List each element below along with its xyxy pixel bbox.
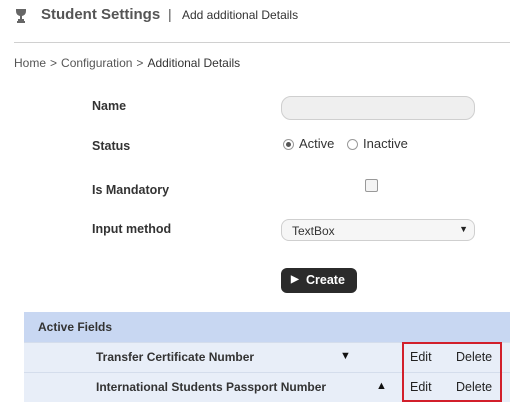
trophy-icon	[14, 8, 28, 24]
input-method-label: Input method	[92, 222, 172, 236]
mandatory-label: Is Mandatory	[92, 183, 170, 197]
page-subtitle: Add additional Details	[182, 8, 299, 22]
input-method-select[interactable]: TextBox ▼	[281, 219, 475, 241]
breadcrumb-home[interactable]: Home	[14, 56, 46, 70]
input-method-value: TextBox	[292, 224, 335, 238]
name-input[interactable]	[281, 96, 475, 120]
create-button-label: Create	[306, 273, 345, 287]
header-divider	[14, 42, 510, 43]
mandatory-checkbox[interactable]	[365, 179, 378, 192]
status-active-label[interactable]: Active	[299, 136, 334, 151]
active-fields-title: Active Fields	[38, 320, 113, 334]
breadcrumb-configuration[interactable]: Configuration	[61, 56, 132, 70]
page-title: Student Settings	[41, 6, 161, 23]
sort-down-icon[interactable]: ▼	[340, 350, 351, 362]
field-name: International Students Passport Number	[96, 380, 327, 394]
breadcrumb-current: Additional Details	[147, 56, 241, 70]
breadcrumb-separator: >	[136, 56, 144, 70]
breadcrumb-separator: >	[50, 56, 58, 70]
breadcrumb: Home > Configuration > Additional Details	[14, 56, 240, 70]
chevron-down-icon: ▼	[459, 224, 468, 234]
sort-up-icon[interactable]: ▲	[376, 380, 387, 392]
status-inactive-radio[interactable]	[347, 139, 358, 150]
title-separator: |	[168, 6, 172, 22]
actions-highlight-box	[402, 342, 502, 402]
name-label: Name	[92, 99, 127, 113]
create-button[interactable]: ▶ Create	[281, 268, 357, 293]
status-active-radio[interactable]	[283, 139, 294, 150]
active-fields-header: Active Fields	[24, 312, 510, 342]
page-header: Student Settings | Add additional Detail…	[0, 0, 510, 32]
status-inactive-label[interactable]: Inactive	[363, 136, 408, 151]
play-icon: ▶	[291, 274, 299, 285]
status-label: Status	[92, 139, 131, 153]
field-name: Transfer Certificate Number	[96, 350, 255, 364]
